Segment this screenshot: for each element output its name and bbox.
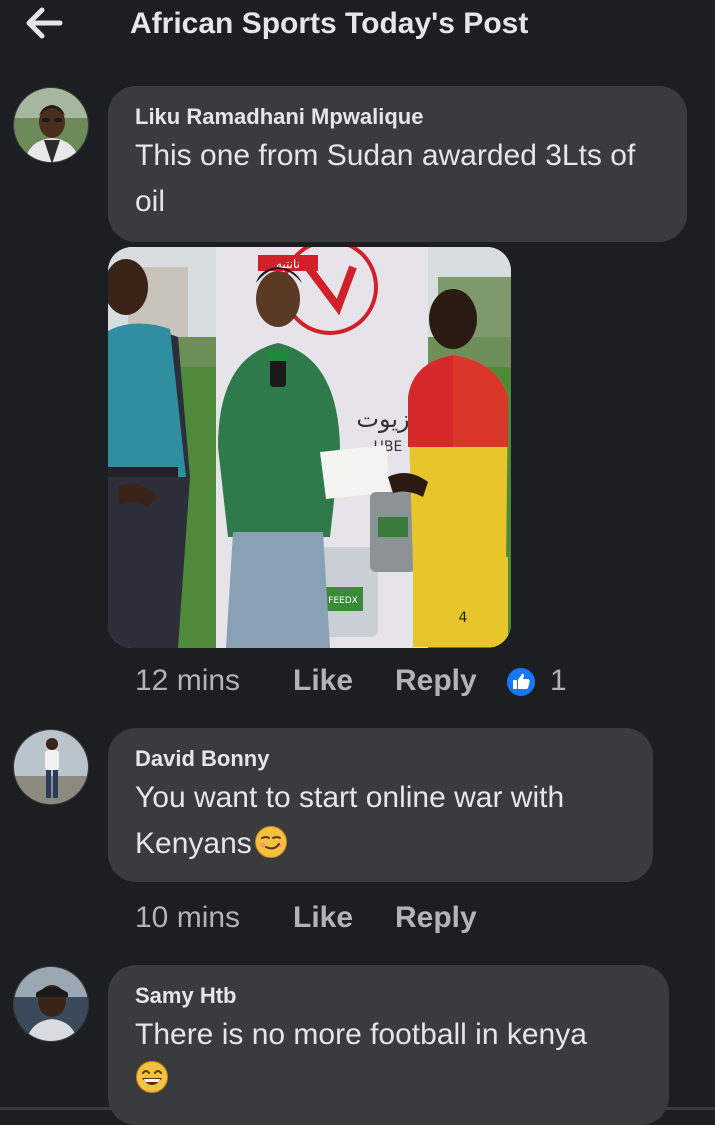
comment-bubble: Samy Htb There is no more football in ke… xyxy=(108,965,669,1125)
can-label: FEEDX xyxy=(328,596,358,606)
comment-bubble: David Bonny You want to start online war… xyxy=(108,728,653,882)
page-title: African Sports Today's Post xyxy=(130,7,529,40)
profile-photo-icon xyxy=(14,730,88,804)
comment-text: This one from Sudan awarded 3Lts of oil xyxy=(135,139,636,218)
grinning-emoji-icon xyxy=(136,1061,168,1093)
like-button[interactable]: Like xyxy=(293,663,353,699)
comment-text-content: You want to start online war with Kenyan… xyxy=(135,781,565,860)
comment-photo[interactable]: نانتيه زيوت UBE FEEDX 4 xyxy=(108,247,511,648)
comment-bubble: Liku Ramadhani Mpwalique This one from S… xyxy=(108,86,687,242)
reply-button[interactable]: Reply xyxy=(395,663,477,699)
comment-time[interactable]: 10 mins xyxy=(135,900,240,936)
comment-meta: 10 mins Like Reply xyxy=(135,900,495,936)
comment-time[interactable]: 12 mins xyxy=(135,663,240,699)
profile-photo-icon xyxy=(14,967,88,1041)
comment-author[interactable]: Samy Htb xyxy=(135,983,641,1009)
comment-author[interactable]: David Bonny xyxy=(135,746,625,772)
like-button[interactable]: Like xyxy=(293,900,353,936)
award-ceremony-photo: نانتيه زيوت UBE FEEDX 4 xyxy=(108,247,511,648)
jersey-number: 4 xyxy=(459,610,468,626)
comment-emoji-line xyxy=(135,1060,641,1094)
back-arrow-icon xyxy=(26,7,63,39)
reaction-count[interactable]: 1 xyxy=(550,663,567,699)
reaction-badge[interactable] xyxy=(505,666,537,707)
like-reaction-icon xyxy=(505,666,537,698)
avatar-samy[interactable] xyxy=(13,966,89,1042)
comment-text: You want to start online war with Kenyan… xyxy=(135,775,625,867)
avatar-david[interactable] xyxy=(13,729,89,805)
comment-meta: 12 mins Like Reply 1 xyxy=(135,663,575,699)
back-button[interactable] xyxy=(24,6,64,42)
reply-button[interactable]: Reply xyxy=(395,900,477,936)
smirk-emoji-icon xyxy=(254,826,287,858)
comment-text: There is no more football in kenya xyxy=(135,1018,587,1051)
profile-photo-icon xyxy=(14,88,88,162)
top-bar: African Sports Today's Post xyxy=(0,0,715,56)
avatar-liku[interactable] xyxy=(13,87,89,163)
comment-author[interactable]: Liku Ramadhani Mpwalique xyxy=(135,104,659,130)
sign-text: زيوت xyxy=(356,405,409,433)
